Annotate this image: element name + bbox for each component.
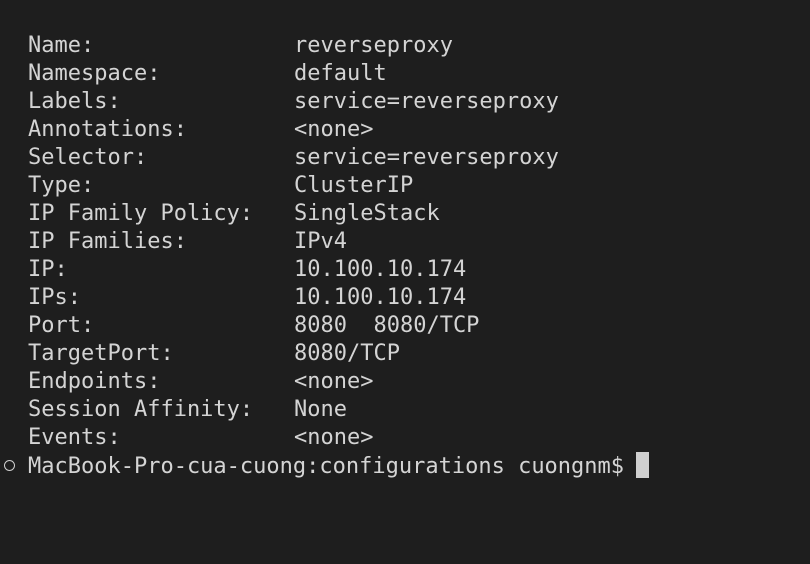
field-key: IP Family Policy: bbox=[28, 201, 254, 226]
output-row-session-affinity: Session Affinity: None bbox=[28, 396, 559, 424]
field-value: None bbox=[294, 397, 347, 422]
output-row-labels: Labels: service=reverseproxy bbox=[28, 88, 559, 116]
field-key: Type: bbox=[28, 173, 95, 198]
field-key: Session Affinity: bbox=[28, 397, 254, 422]
field-value: reverseproxy bbox=[294, 33, 453, 58]
output-row-selector: Selector: service=reverseproxy bbox=[28, 144, 559, 172]
output-row-namespace: Namespace: default bbox=[28, 60, 559, 88]
output-row-port: Port: 8080 8080/TCP bbox=[28, 312, 559, 340]
field-value: service=reverseproxy bbox=[294, 145, 559, 170]
field-value: <none> bbox=[294, 117, 374, 142]
field-value: <none> bbox=[294, 425, 374, 450]
text-cursor bbox=[636, 452, 650, 478]
field-key: Port: bbox=[28, 313, 95, 338]
field-key: Namespace: bbox=[28, 61, 161, 86]
output-row-events: Events: <none> bbox=[28, 424, 559, 452]
field-key: Events: bbox=[28, 425, 121, 450]
output-row-ip-families: IP Families: IPv4 bbox=[28, 228, 559, 256]
field-key: Labels: bbox=[28, 89, 121, 114]
field-key: IP Families: bbox=[28, 229, 187, 254]
output-row-annotations: Annotations: <none> bbox=[28, 116, 559, 144]
field-value: ClusterIP bbox=[294, 173, 414, 198]
output-row-name: Name: reverseproxy bbox=[28, 32, 559, 60]
field-key: TargetPort: bbox=[28, 341, 174, 366]
field-key: Endpoints: bbox=[28, 369, 161, 394]
field-value: 10.100.10.174 bbox=[294, 285, 467, 310]
terminal-window[interactable]: Name: reverseproxy Namespace: default Labe… bbox=[0, 0, 810, 508]
output-row-type: Type: ClusterIP bbox=[28, 172, 559, 200]
field-key: Selector: bbox=[28, 145, 148, 170]
field-value: SingleStack bbox=[294, 201, 440, 226]
command-prompt-line[interactable]: MacBook-Pro-cua-cuong:configurations cuo… bbox=[0, 452, 810, 480]
field-value: <none> bbox=[294, 369, 374, 394]
field-key: Name: bbox=[28, 33, 95, 58]
command-output: Name: reverseproxy Namespace: default Labe… bbox=[28, 32, 559, 452]
field-value: 8080 8080/TCP bbox=[294, 313, 480, 338]
output-row-target-port: TargetPort: 8080/TCP bbox=[28, 340, 559, 368]
output-row-ip: IP: 10.100.10.174 bbox=[28, 256, 559, 284]
output-row-ips: IPs: 10.100.10.174 bbox=[28, 284, 559, 312]
field-value: default bbox=[294, 61, 387, 86]
shell-prompt: MacBook-Pro-cua-cuong:configurations cuo… bbox=[28, 454, 625, 479]
field-key: IP: bbox=[28, 257, 68, 282]
output-row-endpoints: Endpoints: <none> bbox=[28, 368, 559, 396]
field-value: service=reverseproxy bbox=[294, 89, 559, 114]
prompt-circle-icon bbox=[4, 460, 15, 471]
field-value: IPv4 bbox=[294, 229, 347, 254]
field-value: 8080/TCP bbox=[294, 341, 400, 366]
field-value: 10.100.10.174 bbox=[294, 257, 467, 282]
output-row-ip-family-policy: IP Family Policy: SingleStack bbox=[28, 200, 559, 228]
field-key: Annotations: bbox=[28, 117, 187, 142]
field-key: IPs: bbox=[28, 285, 81, 310]
